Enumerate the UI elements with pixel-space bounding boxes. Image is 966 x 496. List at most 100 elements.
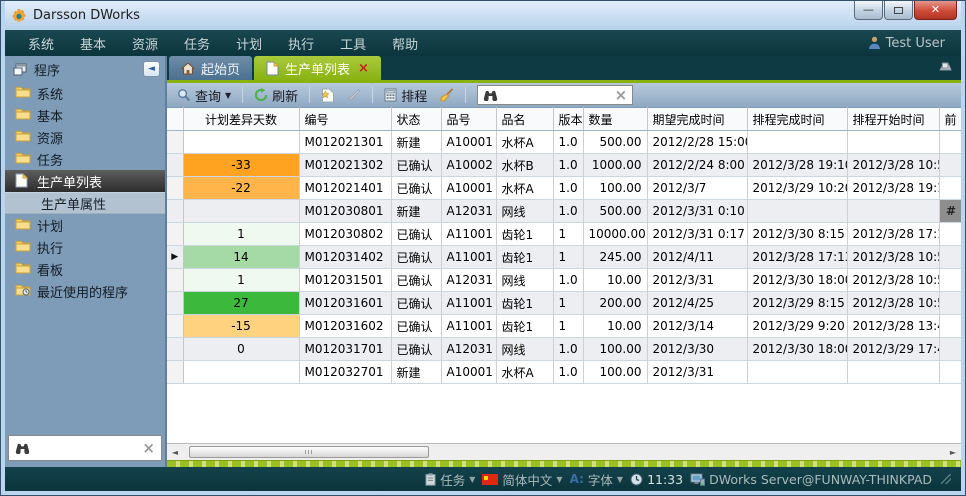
- sidebar-search-input[interactable]: [36, 441, 136, 455]
- cell-plan-diff-days[interactable]: -15: [183, 315, 299, 338]
- row-indicator[interactable]: [167, 131, 183, 154]
- cell-item-name[interactable]: 水杯A: [496, 131, 553, 154]
- cell-item-name[interactable]: 齿轮1: [496, 246, 553, 269]
- cell-item-name[interactable]: 水杯A: [496, 177, 553, 200]
- cell-quantity[interactable]: 500.00: [583, 131, 647, 154]
- cell-order-no[interactable]: M012031601: [299, 292, 391, 315]
- cell-plan-diff-days[interactable]: [183, 131, 299, 154]
- cell-order-no[interactable]: M012031602: [299, 315, 391, 338]
- menu-item[interactable]: 资源: [119, 34, 171, 53]
- cell-scheduled-start[interactable]: [847, 131, 939, 154]
- cell-expected-finish[interactable]: 2012/4/11: [647, 246, 747, 269]
- cell-item-name[interactable]: 网线: [496, 200, 553, 223]
- cell-expected-finish[interactable]: 2012/3/30: [647, 338, 747, 361]
- scroll-left-icon[interactable]: ◄: [167, 448, 183, 457]
- cell-item-no[interactable]: A10002: [441, 154, 496, 177]
- cell-status[interactable]: 新建: [391, 361, 441, 384]
- cell-quantity[interactable]: 10.00: [583, 315, 647, 338]
- row-indicator[interactable]: [167, 200, 183, 223]
- cell-status[interactable]: 新建: [391, 200, 441, 223]
- sidebar-item[interactable]: 基本: [5, 104, 165, 126]
- cell-scheduled-finish[interactable]: 2012/3/30 18:00: [747, 269, 847, 292]
- cell-scheduled-finish[interactable]: 2012/3/28 17:13: [747, 246, 847, 269]
- cell-plan-diff-days[interactable]: 1: [183, 269, 299, 292]
- cell-plan-diff-days[interactable]: 27: [183, 292, 299, 315]
- clean-button[interactable]: [435, 87, 458, 103]
- cell-expected-finish[interactable]: 2012/3/31: [647, 361, 747, 384]
- query-dropdown-icon[interactable]: ▼: [225, 91, 231, 100]
- cell-extra[interactable]: [939, 246, 961, 269]
- font-dropdown-icon[interactable]: ▼: [617, 475, 623, 484]
- cell-extra[interactable]: [939, 131, 961, 154]
- user-area[interactable]: Test User: [868, 36, 951, 51]
- minimize-button[interactable]: —: [854, 1, 883, 20]
- cell-item-no[interactable]: A12031: [441, 269, 496, 292]
- cell-expected-finish[interactable]: 2012/4/25: [647, 292, 747, 315]
- cell-status[interactable]: 已确认: [391, 315, 441, 338]
- cell-item-no[interactable]: A11001: [441, 223, 496, 246]
- query-button[interactable]: 查询 ▼: [173, 85, 235, 106]
- close-button[interactable]: ✕: [914, 1, 957, 20]
- cell-status[interactable]: 已确认: [391, 154, 441, 177]
- resize-grip[interactable]: [941, 474, 951, 484]
- cell-order-no[interactable]: M012021301: [299, 131, 391, 154]
- cell-expected-finish[interactable]: 2012/3/31: [647, 269, 747, 292]
- cell-scheduled-start[interactable]: 2012/3/28 10:52: [847, 246, 939, 269]
- cell-extra[interactable]: [939, 361, 961, 384]
- cell-scheduled-start[interactable]: 2012/3/28 10:52: [847, 154, 939, 177]
- cell-expected-finish[interactable]: 2012/2/28 15:00: [647, 131, 747, 154]
- sidebar-item[interactable]: 任务: [5, 148, 165, 170]
- cell-item-name[interactable]: 齿轮1: [496, 223, 553, 246]
- row-indicator[interactable]: [167, 292, 183, 315]
- column-header[interactable]: 品名: [496, 108, 553, 131]
- refresh-button[interactable]: 刷新: [250, 85, 302, 106]
- cell-version[interactable]: 1.0: [553, 200, 583, 223]
- cell-item-no[interactable]: A12031: [441, 338, 496, 361]
- menu-item[interactable]: 工具: [327, 34, 379, 53]
- menu-item[interactable]: 任务: [171, 34, 223, 53]
- cell-quantity[interactable]: 100.00: [583, 177, 647, 200]
- column-header[interactable]: 编号: [299, 108, 391, 131]
- cell-version[interactable]: 1: [553, 315, 583, 338]
- sidebar-item[interactable]: 系统: [5, 82, 165, 104]
- statusbar-language-menu[interactable]: 简体中文 ▼: [482, 470, 562, 489]
- scrollbar-thumb[interactable]: [189, 446, 429, 458]
- cell-item-name[interactable]: 网线: [496, 338, 553, 361]
- sidebar-item[interactable]: 看板: [5, 258, 165, 280]
- cell-version[interactable]: 1: [553, 223, 583, 246]
- column-header[interactable]: 前: [939, 108, 961, 131]
- cell-extra[interactable]: [939, 269, 961, 292]
- cell-scheduled-start[interactable]: [847, 200, 939, 223]
- column-header[interactable]: 版本: [553, 108, 583, 131]
- row-indicator[interactable]: [167, 223, 183, 246]
- column-header[interactable]: 计划差异天数: [183, 108, 299, 131]
- cell-scheduled-start[interactable]: 2012/3/28 10:52: [847, 269, 939, 292]
- cell-scheduled-start[interactable]: 2012/3/28 19:10: [847, 177, 939, 200]
- cell-order-no[interactable]: M012021401: [299, 177, 391, 200]
- cell-quantity[interactable]: 10.00: [583, 269, 647, 292]
- cell-item-no[interactable]: A10001: [441, 177, 496, 200]
- cell-scheduled-finish[interactable]: 2012/3/28 19:10: [747, 154, 847, 177]
- maximize-button[interactable]: [884, 1, 913, 20]
- cell-status[interactable]: 已确认: [391, 292, 441, 315]
- cell-order-no[interactable]: M012030802: [299, 223, 391, 246]
- cell-status[interactable]: 已确认: [391, 223, 441, 246]
- scroll-right-icon[interactable]: ►: [945, 448, 961, 457]
- cell-item-name[interactable]: 齿轮1: [496, 292, 553, 315]
- task-dropdown-icon[interactable]: ▼: [469, 475, 475, 484]
- cell-extra[interactable]: [939, 177, 961, 200]
- cell-scheduled-finish[interactable]: [747, 200, 847, 223]
- cell-status[interactable]: 已确认: [391, 338, 441, 361]
- menu-item[interactable]: 帮助: [379, 34, 431, 53]
- cell-status[interactable]: 已确认: [391, 246, 441, 269]
- cell-extra[interactable]: [939, 223, 961, 246]
- cell-quantity[interactable]: 245.00: [583, 246, 647, 269]
- cell-scheduled-start[interactable]: [847, 361, 939, 384]
- cell-version[interactable]: 1.0: [553, 131, 583, 154]
- cell-item-name[interactable]: 水杯A: [496, 361, 553, 384]
- cell-item-no[interactable]: A11001: [441, 292, 496, 315]
- cell-item-name[interactable]: 齿轮1: [496, 315, 553, 338]
- cell-item-no[interactable]: A11001: [441, 246, 496, 269]
- cell-quantity[interactable]: 1000.00: [583, 154, 647, 177]
- sidebar-search-clear-icon[interactable]: ×: [142, 441, 155, 456]
